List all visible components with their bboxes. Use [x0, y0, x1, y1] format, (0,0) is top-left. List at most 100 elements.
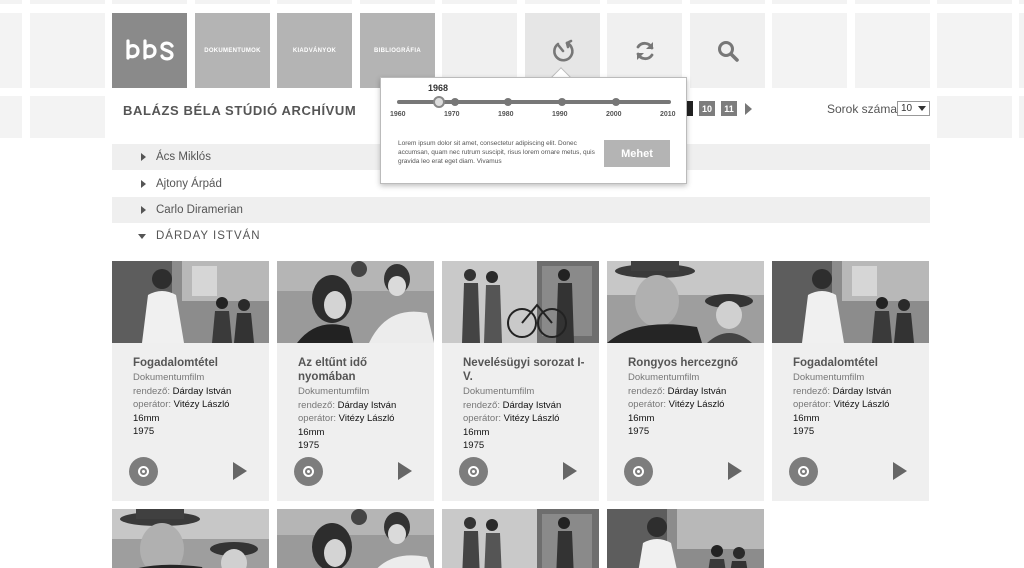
film-director-line: rendező: Dárday István	[628, 385, 760, 399]
timeline-tick[interactable]	[612, 98, 620, 106]
bg-tile	[360, 0, 435, 4]
timeline-year-label: 1960	[390, 111, 406, 118]
bg-tile	[30, 0, 105, 4]
film-thumbnail[interactable]	[442, 261, 599, 343]
next-page-icon[interactable]	[745, 102, 752, 115]
film-thumbnail[interactable]	[772, 261, 929, 343]
rows-per-page-select[interactable]: 10	[897, 101, 930, 116]
film-thumbnail[interactable]	[607, 509, 764, 568]
timeline-year-label: 1980	[498, 111, 514, 118]
film-director: Dárday István	[832, 385, 892, 397]
film-card[interactable]: Fogadalomtétel Dokumentumfilm rendező: D…	[112, 261, 269, 501]
timeline-year-label: 2010	[660, 111, 676, 118]
bg-tile	[772, 0, 847, 4]
go-button[interactable]: Mehet	[604, 140, 670, 167]
bg-tile	[1019, 96, 1024, 138]
logo[interactable]	[112, 13, 187, 88]
director-name: DÁRDAY ISTVÁN	[156, 230, 261, 242]
film-title[interactable]: Rongyos hercezgnő	[628, 356, 756, 370]
film-card[interactable]: Rongyos hercezgnő Dokumentumfilm rendező…	[607, 261, 764, 501]
bg-tile	[607, 0, 682, 4]
rows-per-page-value: 10	[901, 103, 913, 114]
play-icon[interactable]	[893, 462, 907, 480]
film-card[interactable]: Nevelésügyi sorozat I-V. Dokumentumfilm …	[442, 261, 599, 501]
reel-icon	[633, 466, 644, 477]
tab-kiadvanyok[interactable]: KIADVÁNYOK	[277, 13, 352, 88]
film-details: Dokumentumfilm rendező: Dárday István op…	[793, 371, 925, 439]
film-director-line: rendező: Dárday István	[793, 385, 925, 399]
film-operator: Vitézy László	[173, 399, 230, 410]
bg-tile	[525, 0, 600, 4]
caret-down-icon	[138, 233, 146, 239]
director-row[interactable]: Carlo Diramerian	[112, 197, 930, 223]
film-thumbnail[interactable]	[442, 509, 599, 568]
film-details: Dokumentumfilm rendező: Dárday István op…	[298, 385, 430, 453]
operator-label: operátor:	[298, 413, 337, 424]
film-details: Dokumentumfilm rendező: Dárday István op…	[628, 371, 760, 439]
timeline-slider-handle[interactable]	[433, 96, 445, 108]
director-name: Carlo Diramerian	[156, 204, 243, 216]
page-button[interactable]: 11	[721, 101, 737, 116]
search-button[interactable]	[690, 13, 765, 88]
film-format: 16mm	[628, 412, 655, 424]
bbs-logo-icon	[125, 38, 174, 60]
director-row-expanded[interactable]: DÁRDAY ISTVÁN	[112, 223, 930, 249]
film-thumbnail[interactable]	[112, 261, 269, 343]
film-reel-button[interactable]	[129, 457, 158, 486]
refresh-icon	[636, 41, 653, 60]
play-icon[interactable]	[728, 462, 742, 480]
timeline-year-label: 2000	[606, 111, 622, 118]
film-title[interactable]: Az eltűnt idő nyomában	[298, 356, 426, 384]
bg-tile	[1019, 0, 1024, 4]
film-year: 1975	[793, 426, 815, 437]
film-thumbnail[interactable]	[607, 261, 764, 343]
film-title[interactable]: Nevelésügyi sorozat I-V.	[463, 356, 591, 384]
film-thumbnail[interactable]	[277, 261, 434, 343]
director-label: rendező:	[628, 385, 665, 397]
bg-tile	[937, 0, 1012, 4]
play-icon[interactable]	[398, 462, 412, 480]
play-icon[interactable]	[233, 462, 247, 480]
film-type: Dokumentumfilm	[298, 386, 370, 397]
bg-tile	[855, 0, 930, 4]
pagination: 10 11	[679, 101, 752, 116]
film-card[interactable]: Az eltűnt idő nyomában Dokumentumfilm re…	[277, 261, 434, 501]
film-operator-line: operátor: Vitézy László	[793, 398, 925, 412]
director-name: Ajtony Árpád	[156, 178, 222, 190]
timeline-tick[interactable]	[504, 98, 512, 106]
film-type: Dokumentumfilm	[463, 386, 535, 397]
play-icon[interactable]	[563, 462, 577, 480]
film-thumbnail[interactable]	[277, 509, 434, 568]
bg-tile	[112, 0, 187, 4]
timeline-tick[interactable]	[558, 98, 566, 106]
film-thumbnail[interactable]	[112, 509, 269, 568]
film-operator-line: operátor: Vitézy László	[463, 412, 595, 426]
film-reel-button[interactable]	[789, 457, 818, 486]
search-icon	[717, 40, 739, 62]
bg-tile	[690, 0, 765, 4]
page: DOKUMENTUMOK KIADVÁNYOK BIBLIOGRÁFIA BAL…	[0, 0, 1024, 568]
bg-tile	[0, 96, 22, 138]
tab-dokumentumok[interactable]: DOKUMENTUMOK	[195, 13, 270, 88]
film-card[interactable]: Fogadalomtétel Dokumentumfilm rendező: D…	[772, 261, 929, 501]
operator-label: operátor:	[463, 413, 502, 424]
film-reel-button[interactable]	[294, 457, 323, 486]
film-title[interactable]: Fogadalomtétel	[133, 356, 261, 370]
director-label: rendező:	[463, 399, 500, 411]
page-button[interactable]: 10	[699, 101, 715, 116]
reel-icon	[303, 466, 314, 477]
bg-tile	[1019, 13, 1024, 88]
chevron-down-icon	[918, 106, 926, 111]
film-format: 16mm	[793, 412, 820, 424]
bg-tile	[30, 96, 105, 138]
film-operator: Vitézy László	[338, 413, 395, 424]
film-reel-button[interactable]	[459, 457, 488, 486]
film-director-line: rendező: Dárday István	[463, 399, 595, 413]
director-label: rendező:	[793, 385, 830, 397]
bg-tile	[772, 13, 847, 88]
timeline-year-label: 1970	[444, 111, 460, 118]
timeline-year-label: 1990	[552, 111, 568, 118]
timeline-tick[interactable]	[451, 98, 459, 106]
film-reel-button[interactable]	[624, 457, 653, 486]
film-title[interactable]: Fogadalomtétel	[793, 356, 921, 370]
